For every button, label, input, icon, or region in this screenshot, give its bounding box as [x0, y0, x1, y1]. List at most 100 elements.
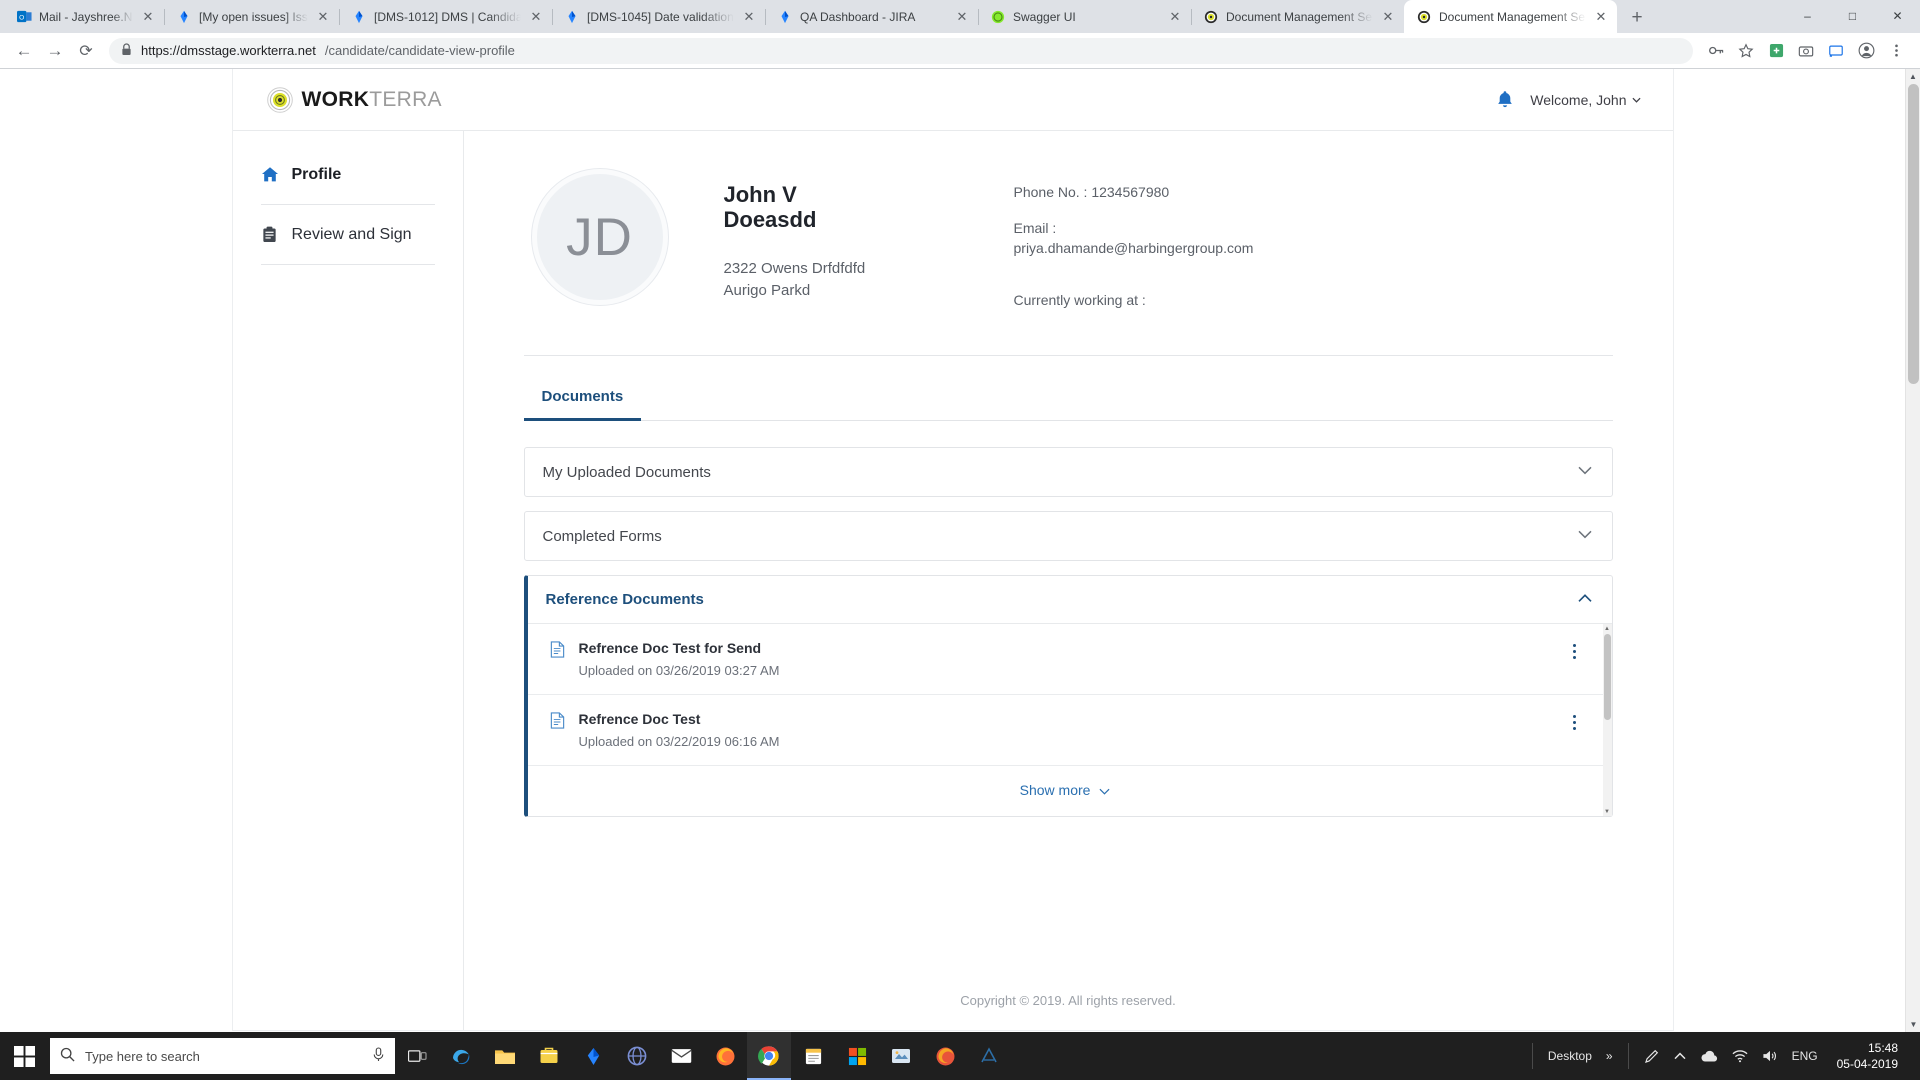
accordion-reference-documents: Reference Documents Refrence Doc Test fo… — [523, 575, 1613, 818]
browser-tab[interactable]: Document Management Se ✕ — [1191, 0, 1404, 33]
sidebar: Profile Review and Sign — [233, 131, 464, 1031]
browser-tab[interactable]: O Mail - Jayshree.Nagpure@c ✕ — [4, 0, 164, 33]
onedrive-icon[interactable] — [1693, 1032, 1725, 1080]
volume-icon[interactable] — [1755, 1032, 1785, 1080]
search-icon — [60, 1047, 75, 1065]
mail-icon[interactable] — [659, 1032, 703, 1080]
accordion-scrollbar[interactable]: ▲ ▼ — [1602, 624, 1612, 817]
close-icon[interactable]: ✕ — [1380, 9, 1396, 25]
teams-icon[interactable] — [835, 1032, 879, 1080]
chevron-up-icon[interactable] — [1667, 1032, 1693, 1080]
app-header: WORKTERRA Welcome, John — [232, 69, 1673, 131]
accordion-header[interactable]: My Uploaded Documents — [525, 448, 1612, 496]
scrollbar-thumb[interactable] — [1908, 84, 1919, 384]
close-icon[interactable]: ✕ — [954, 9, 970, 25]
pen-icon[interactable] — [1637, 1032, 1667, 1080]
chevron-down-icon[interactable] — [1577, 466, 1592, 478]
show-desktop-button[interactable] — [1910, 1032, 1920, 1080]
workterra-logo-icon — [266, 86, 293, 113]
browser-tab-active[interactable]: Document Management Se ✕ — [1404, 0, 1617, 33]
maximize-button[interactable]: □ — [1830, 0, 1875, 32]
list-item[interactable]: Refrence Doc Test for Send Uploaded on 0… — [527, 624, 1603, 696]
browser-tab[interactable]: QA Dashboard - JIRA ✕ — [765, 0, 978, 33]
microphone-icon[interactable] — [372, 1047, 385, 1065]
show-more-button[interactable]: Show more — [528, 766, 1603, 816]
star-icon[interactable] — [1732, 37, 1760, 65]
browser-icon[interactable] — [615, 1032, 659, 1080]
menu-icon[interactable] — [1882, 37, 1910, 65]
main-content: JD John V Doeasdd 2322 Owens Drfdfdfd Au… — [464, 131, 1673, 1030]
jira-icon — [777, 9, 793, 25]
search-input[interactable]: Type here to search — [50, 1038, 395, 1074]
page-viewport: WORKTERRA Welcome, John Profile Review a… — [0, 69, 1920, 1032]
camera-icon[interactable] — [1792, 37, 1820, 65]
close-icon[interactable]: ✕ — [1593, 9, 1609, 25]
sidebar-item-profile[interactable]: Profile — [233, 153, 463, 196]
task-view-icon[interactable] — [395, 1032, 439, 1080]
chevron-up-icon[interactable] — [1577, 593, 1592, 606]
browser-tab[interactable]: Swagger UI ✕ — [978, 0, 1191, 33]
new-tab-button[interactable]: + — [1623, 3, 1651, 31]
avatar-container: JD — [524, 169, 676, 305]
close-window-button[interactable]: ✕ — [1875, 0, 1920, 32]
kebab-menu-icon[interactable] — [1565, 710, 1585, 731]
close-icon[interactable]: ✕ — [741, 9, 757, 25]
close-icon[interactable]: ✕ — [140, 9, 156, 25]
edge-icon[interactable] — [439, 1032, 483, 1080]
profile-email: Email : priya.dhamande@harbingergroup.co… — [1014, 219, 1613, 258]
browser-toolbar: ← → ⟳ https://dmsstage.workterra.net/can… — [0, 33, 1920, 69]
chevron-down-icon[interactable] — [1577, 530, 1592, 542]
workterra-icon — [1203, 9, 1219, 25]
tab-title: Mail - Jayshree.Nagpure@c — [39, 9, 133, 24]
accordion-header[interactable]: Completed Forms — [525, 512, 1612, 560]
worketerra-logo[interactable]: WORKTERRA — [266, 86, 442, 113]
page-scrollbar[interactable]: ▲ ▼ — [1905, 69, 1920, 1032]
header-actions: Welcome, John — [1496, 90, 1641, 110]
chrome-icon[interactable] — [747, 1032, 791, 1080]
key-icon[interactable] — [1702, 37, 1730, 65]
firefox-icon[interactable] — [703, 1032, 747, 1080]
minimize-button[interactable]: – — [1785, 0, 1830, 32]
profile-icon[interactable] — [1852, 37, 1880, 65]
notification-bell-icon[interactable] — [1496, 90, 1514, 110]
scroll-up-icon[interactable]: ▲ — [1603, 624, 1612, 633]
scrollbar-thumb[interactable] — [1603, 634, 1611, 721]
list-item[interactable]: Refrence Doc Test Uploaded on 03/22/2019… — [527, 695, 1603, 767]
welcome-menu[interactable]: Welcome, John — [1530, 92, 1641, 108]
cast-icon[interactable] — [1822, 37, 1850, 65]
tray-overflow-button[interactable]: » — [1599, 1032, 1620, 1080]
kebab-menu-icon[interactable] — [1565, 639, 1585, 660]
firefox2-icon[interactable] — [923, 1032, 967, 1080]
language-indicator[interactable]: ENG — [1785, 1032, 1825, 1080]
scroll-down-icon[interactable]: ▼ — [1906, 1017, 1920, 1032]
footer-copyright: Copyright © 2019. All rights reserved. — [960, 993, 1176, 1009]
browser-tab[interactable]: [My open issues] Issue Navi ✕ — [164, 0, 339, 33]
browser-tab[interactable]: [DMS-1045] Date validation ✕ — [552, 0, 765, 33]
scroll-down-icon[interactable]: ▼ — [1603, 807, 1612, 816]
back-icon[interactable]: ← — [10, 37, 38, 65]
forward-icon[interactable]: → — [41, 37, 69, 65]
desktop-label[interactable]: Desktop — [1541, 1032, 1599, 1080]
accordion-header[interactable]: Reference Documents — [527, 576, 1612, 625]
close-icon[interactable]: ✕ — [528, 9, 544, 25]
address-bar[interactable]: https://dmsstage.workterra.net/candidate… — [109, 37, 1693, 64]
tab-title: [DMS-1012] DMS | Candida — [374, 9, 521, 24]
reload-icon[interactable]: ⟳ — [72, 37, 100, 65]
network-icon[interactable] — [1725, 1032, 1755, 1080]
store-icon[interactable] — [527, 1032, 571, 1080]
close-icon[interactable]: ✕ — [315, 9, 331, 25]
jira-icon[interactable] — [571, 1032, 615, 1080]
windows-start-icon[interactable] — [0, 1032, 48, 1080]
clock[interactable]: 15:48 05-04-2019 — [1825, 1032, 1910, 1080]
app2-icon[interactable] — [967, 1032, 1011, 1080]
sidebar-item-review-and-sign[interactable]: Review and Sign — [233, 213, 463, 256]
notepad-icon[interactable] — [791, 1032, 835, 1080]
close-icon[interactable]: ✕ — [1167, 9, 1183, 25]
tab-documents[interactable]: Documents — [523, 374, 642, 422]
file-explorer-icon[interactable] — [483, 1032, 527, 1080]
extension-icon[interactable] — [1762, 37, 1790, 65]
browser-tab[interactable]: [DMS-1012] DMS | Candida ✕ — [339, 0, 552, 33]
app-icon[interactable] — [879, 1032, 923, 1080]
scroll-up-icon[interactable]: ▲ — [1906, 69, 1920, 84]
profile-first-name: John V — [723, 182, 797, 207]
